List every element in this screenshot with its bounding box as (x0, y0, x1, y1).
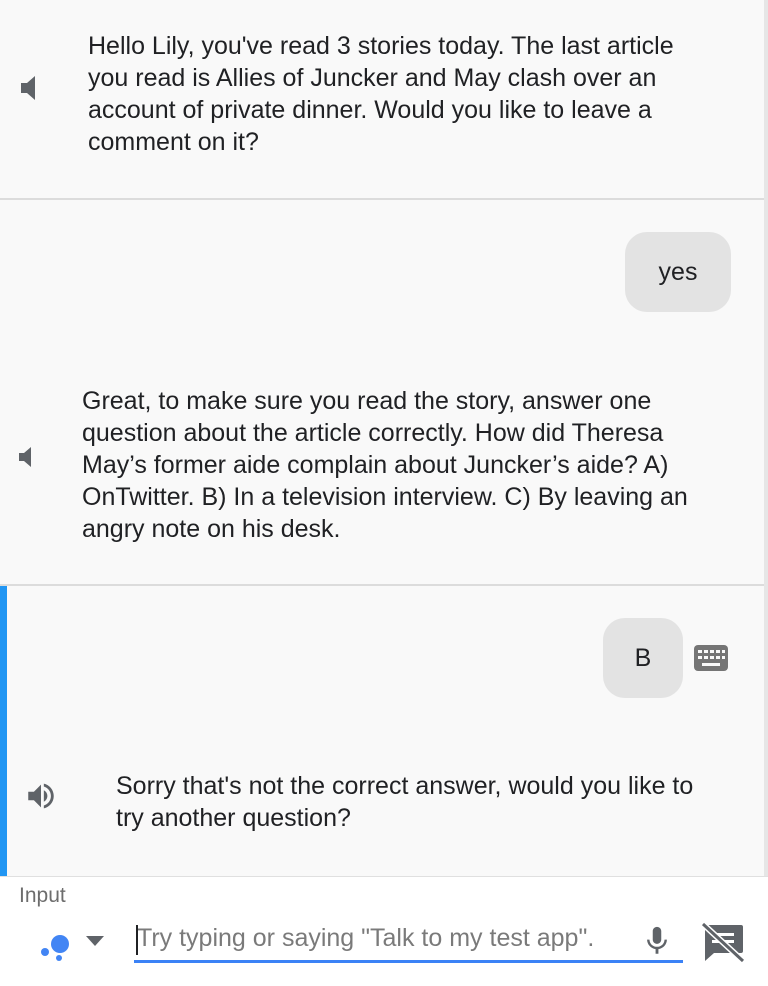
user-reply-bubble: yes (625, 232, 731, 312)
text-cursor (136, 925, 138, 955)
panel-border (764, 0, 768, 876)
assistant-message-1: Hello Lily, you've read 3 stories today.… (0, 0, 764, 198)
input-label: Input (19, 884, 66, 907)
keyboard-icon (693, 643, 729, 678)
user-reply-bubble: B (603, 618, 683, 698)
volume-up-icon[interactable] (24, 779, 58, 813)
assistant-dots-icon[interactable] (38, 929, 72, 963)
microphone-icon[interactable] (640, 921, 674, 966)
caret-down-icon[interactable] (85, 934, 105, 952)
speech-bubble-off-icon[interactable] (700, 921, 746, 968)
query-input[interactable] (134, 917, 683, 960)
assistant-message-text: Hello Lily, you've read 3 stories today.… (88, 32, 674, 156)
volume-muted-icon[interactable] (20, 75, 42, 101)
input-area: Input (0, 876, 768, 986)
assistant-message-text: Sorry that's not the correct answer, wou… (116, 772, 694, 832)
query-input-field[interactable] (134, 917, 683, 963)
conversation-turn-2: yes Great, to make sure you read the sto… (0, 200, 764, 584)
conversation-turn-3: B Sorry that's not the correct answer, w… (0, 586, 764, 876)
volume-muted-icon[interactable] (18, 446, 36, 468)
assistant-message-text: Great, to make sure you read the story, … (82, 387, 688, 543)
active-turn-indicator (0, 586, 7, 876)
